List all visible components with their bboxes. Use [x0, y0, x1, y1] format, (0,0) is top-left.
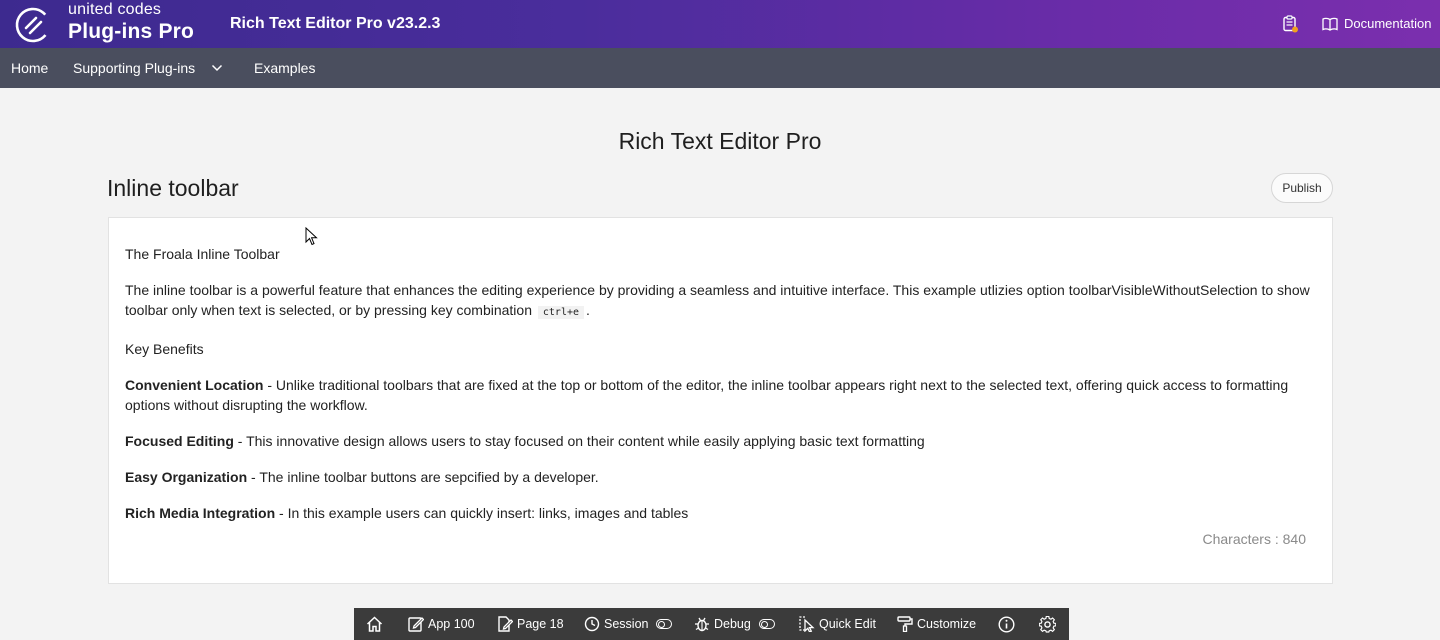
gear-icon [1039, 615, 1056, 633]
dev-app-label: App 100 [428, 617, 475, 631]
top-navigation: Home Supporting Plug-ins Examples [0, 48, 1440, 88]
benefit-title: Convenient Location [125, 377, 264, 393]
nav-item-label: Home [11, 60, 49, 76]
page-title: Rich Text Editor Pro [618, 128, 822, 154]
nav-item-examples[interactable]: Examples [254, 60, 315, 76]
session-icon [584, 616, 600, 632]
edit-app-icon [408, 617, 424, 632]
key-benefits-heading: Key Benefits [125, 341, 204, 357]
developer-toolbar: App 100 Page 18 Session Debug Quick Edit… [354, 608, 1069, 640]
edit-page-icon [498, 616, 513, 632]
dev-customize-label: Customize [917, 617, 977, 631]
nav-item-label: Supporting Plug-ins [73, 60, 196, 76]
benefit-title: Focused Editing [125, 433, 234, 449]
dev-quick-edit-label: Quick Edit [819, 617, 876, 631]
keyboard-shortcut: ctrl+e [537, 306, 585, 319]
book-icon [1322, 17, 1338, 31]
publish-button[interactable]: Publish [1271, 173, 1333, 203]
benefit-paragraph: Focused Editing - This innovative design… [125, 431, 1315, 451]
united-codes-logo-icon[interactable] [14, 6, 52, 44]
dev-info-button[interactable] [998, 615, 1015, 633]
benefit-text: - Unlike traditional toolbars that are f… [125, 377, 1289, 413]
character-counter: Characters : 840 [1202, 531, 1307, 547]
app-header: united codes Plug-ins Pro Rich Text Edit… [0, 0, 1440, 48]
chevron-down-icon [212, 64, 223, 72]
rich-text-editor[interactable]: The Froala Inline Toolbar The inline too… [108, 217, 1333, 584]
debug-toggle-icon[interactable] [758, 619, 775, 629]
dev-app-button[interactable]: App 100 [408, 616, 475, 632]
region-title: Inline toolbar [107, 175, 239, 201]
nav-item-home[interactable]: Home [11, 60, 48, 76]
dev-page-label: Page 18 [517, 617, 564, 631]
benefit-paragraph: Rich Media Integration - In this example… [125, 503, 1315, 523]
dev-session-label: Session [604, 617, 649, 631]
dev-debug-label: Debug [714, 617, 751, 631]
info-icon [998, 615, 1015, 633]
benefit-paragraph: Convenient Location - Unlike traditional… [125, 375, 1315, 415]
benefit-text: - In this example users can quickly inse… [275, 505, 689, 521]
app-title: Rich Text Editor Pro v23.2.3 [230, 15, 441, 32]
editor-intro-paragraph: The inline toolbar is a powerful feature… [125, 280, 1315, 323]
documentation-link[interactable]: Documentation [1322, 16, 1431, 31]
intro-text: The inline toolbar is a powerful feature… [125, 282, 1310, 318]
quick-edit-icon [799, 616, 815, 632]
editor-heading: The Froala Inline Toolbar [125, 246, 280, 262]
benefit-text: - This innovative design allows users to… [233, 433, 925, 449]
brand-top: united codes [68, 1, 162, 18]
home-icon [366, 616, 383, 632]
benefit-text: - The inline toolbar buttons are sepcifi… [247, 469, 599, 485]
dev-page-button[interactable]: Page 18 [497, 616, 564, 632]
brand[interactable]: united codes Plug-ins Pro [68, 1, 195, 43]
dev-home-button[interactable] [366, 616, 383, 632]
benefit-title: Rich Media Integration [125, 505, 276, 521]
benefit-paragraph: Easy Organization - The inline toolbar b… [125, 467, 1315, 487]
mouse-cursor-icon [305, 227, 318, 246]
documentation-label: Documentation [1344, 16, 1432, 31]
dev-debug-button[interactable]: Debug [694, 616, 775, 632]
bug-icon [695, 617, 709, 632]
clipboard-icon[interactable] [1281, 15, 1299, 33]
dev-customize-button[interactable]: Customize [897, 616, 976, 632]
dev-session-button[interactable]: Session [584, 616, 673, 632]
session-toggle-icon[interactable] [656, 619, 673, 629]
nav-item-supporting-plug-ins[interactable]: Supporting Plug-ins [73, 60, 223, 76]
nav-item-label: Examples [254, 60, 316, 76]
paint-roller-icon [897, 616, 913, 632]
benefit-title: Easy Organization [125, 469, 248, 485]
dev-quick-edit-button[interactable]: Quick Edit [799, 616, 876, 632]
intro-end: . [586, 302, 590, 318]
brand-bottom: Plug-ins Pro [68, 20, 195, 43]
dev-settings-button[interactable] [1039, 615, 1056, 633]
editor-content[interactable]: The Froala Inline Toolbar The inline too… [125, 244, 1315, 539]
